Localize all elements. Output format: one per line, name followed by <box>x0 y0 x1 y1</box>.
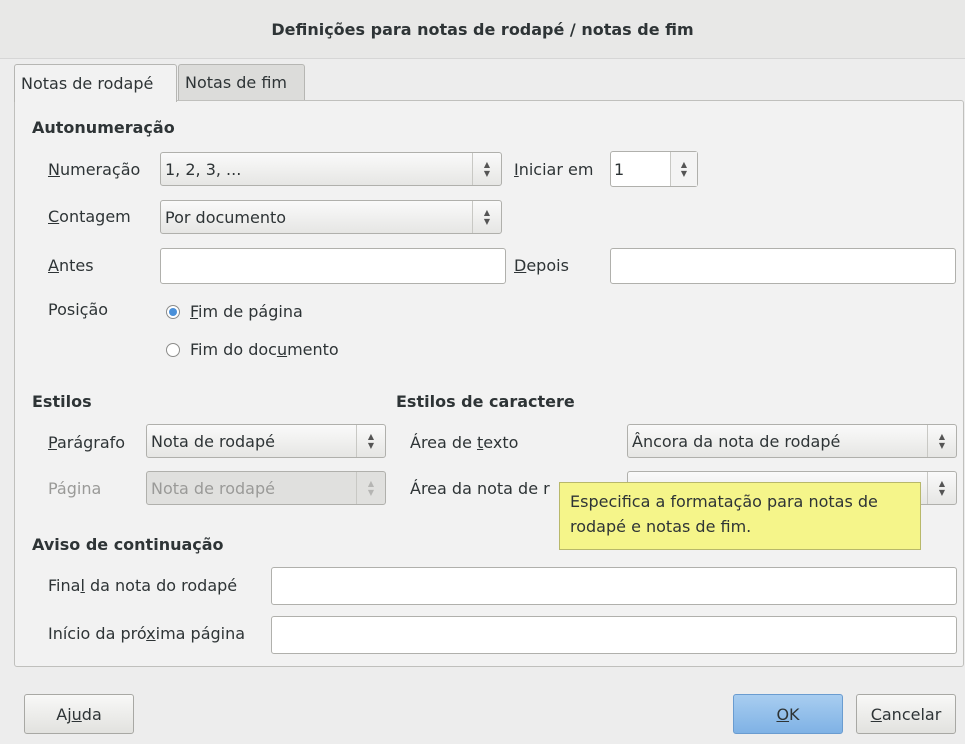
help-button[interactable]: Aj u da <box>24 694 134 734</box>
pagina-value: Nota de rodapé <box>151 478 275 498</box>
antes-label: Antes <box>48 256 94 275</box>
inicio-proxima-label: Início da próxima página <box>48 624 246 643</box>
area-texto-value: Âncora da nota de rodapé <box>632 431 841 451</box>
iniciar-em-value: 1 <box>614 159 625 179</box>
radio-fim-de-pagina-label: Fim de página <box>190 302 303 321</box>
final-nota-label: Final da nota do rodapé <box>48 576 238 595</box>
cancel-button[interactable]: Cancelar <box>856 694 956 734</box>
depois-label: Depois <box>514 256 569 275</box>
area-texto-select[interactable]: Âncora da nota de rodapé ▲ ▼ <box>627 424 957 458</box>
tab-notas-de-rodape[interactable]: Notas de rodapé <box>14 64 177 102</box>
chevron-updown-icon: ▲ ▼ <box>927 425 956 457</box>
ok-button[interactable]: OK <box>733 694 843 734</box>
area-texto-label: Área de texto <box>410 433 519 452</box>
chevron-updown-icon: ▲ ▼ <box>356 472 385 504</box>
numeracao-label: Numeração <box>48 160 141 179</box>
chevron-updown-icon: ▲ ▼ <box>927 472 956 504</box>
radio-selected-icon <box>166 304 180 319</box>
final-nota-input[interactable] <box>271 567 957 605</box>
radio-fim-de-pagina[interactable]: Fim de página <box>166 302 303 321</box>
depois-input[interactable] <box>610 248 956 284</box>
spin-arrows-icon[interactable]: ▲ ▼ <box>670 152 697 186</box>
area-nota-label: Área da nota de r <box>410 479 550 498</box>
contagem-select[interactable]: Por documento ▲ ▼ <box>160 200 502 234</box>
numeracao-select[interactable]: 1, 2, 3, ... ▲ ▼ <box>160 152 502 186</box>
estilos-caractere-heading: Estilos de caractere <box>396 392 575 411</box>
tab-notas-de-fim[interactable]: Notas de fim <box>178 64 305 100</box>
chevron-updown-icon: ▲ ▼ <box>472 201 501 233</box>
radio-fim-do-documento-label: Fim do documento <box>190 340 339 359</box>
antes-input[interactable] <box>160 248 506 284</box>
chevron-updown-icon: ▲ ▼ <box>472 153 501 185</box>
dialog-title: Definições para notas de rodapé / notas … <box>0 0 965 59</box>
contagem-value: Por documento <box>165 207 287 227</box>
radio-unselected-icon <box>166 342 180 357</box>
radio-fim-do-documento[interactable]: Fim do documento <box>166 340 339 359</box>
pagina-label: Página <box>48 479 102 498</box>
iniciar-em-spinbox[interactable]: 1 ▲ ▼ <box>610 151 698 187</box>
aviso-heading: Aviso de continuação <box>32 535 224 554</box>
paragrafo-label: Parágrafo <box>48 433 126 452</box>
numeracao-value: 1, 2, 3, ... <box>165 159 242 179</box>
paragrafo-select[interactable]: Nota de rodapé ▲ ▼ <box>146 424 386 458</box>
inicio-proxima-input[interactable] <box>271 616 957 654</box>
posicao-label: Posição <box>48 300 109 319</box>
pagina-select: Nota de rodapé ▲ ▼ <box>146 471 386 505</box>
tooltip: Especifica a formatação para notas de ro… <box>559 482 921 550</box>
autonumeracao-heading: Autonumeração <box>32 118 175 137</box>
paragrafo-value: Nota de rodapé <box>151 431 275 451</box>
contagem-label: Contagem <box>48 207 131 226</box>
iniciar-em-label: Iniciar em <box>514 160 594 179</box>
estilos-heading: Estilos <box>32 392 92 411</box>
chevron-updown-icon: ▲ ▼ <box>356 425 385 457</box>
